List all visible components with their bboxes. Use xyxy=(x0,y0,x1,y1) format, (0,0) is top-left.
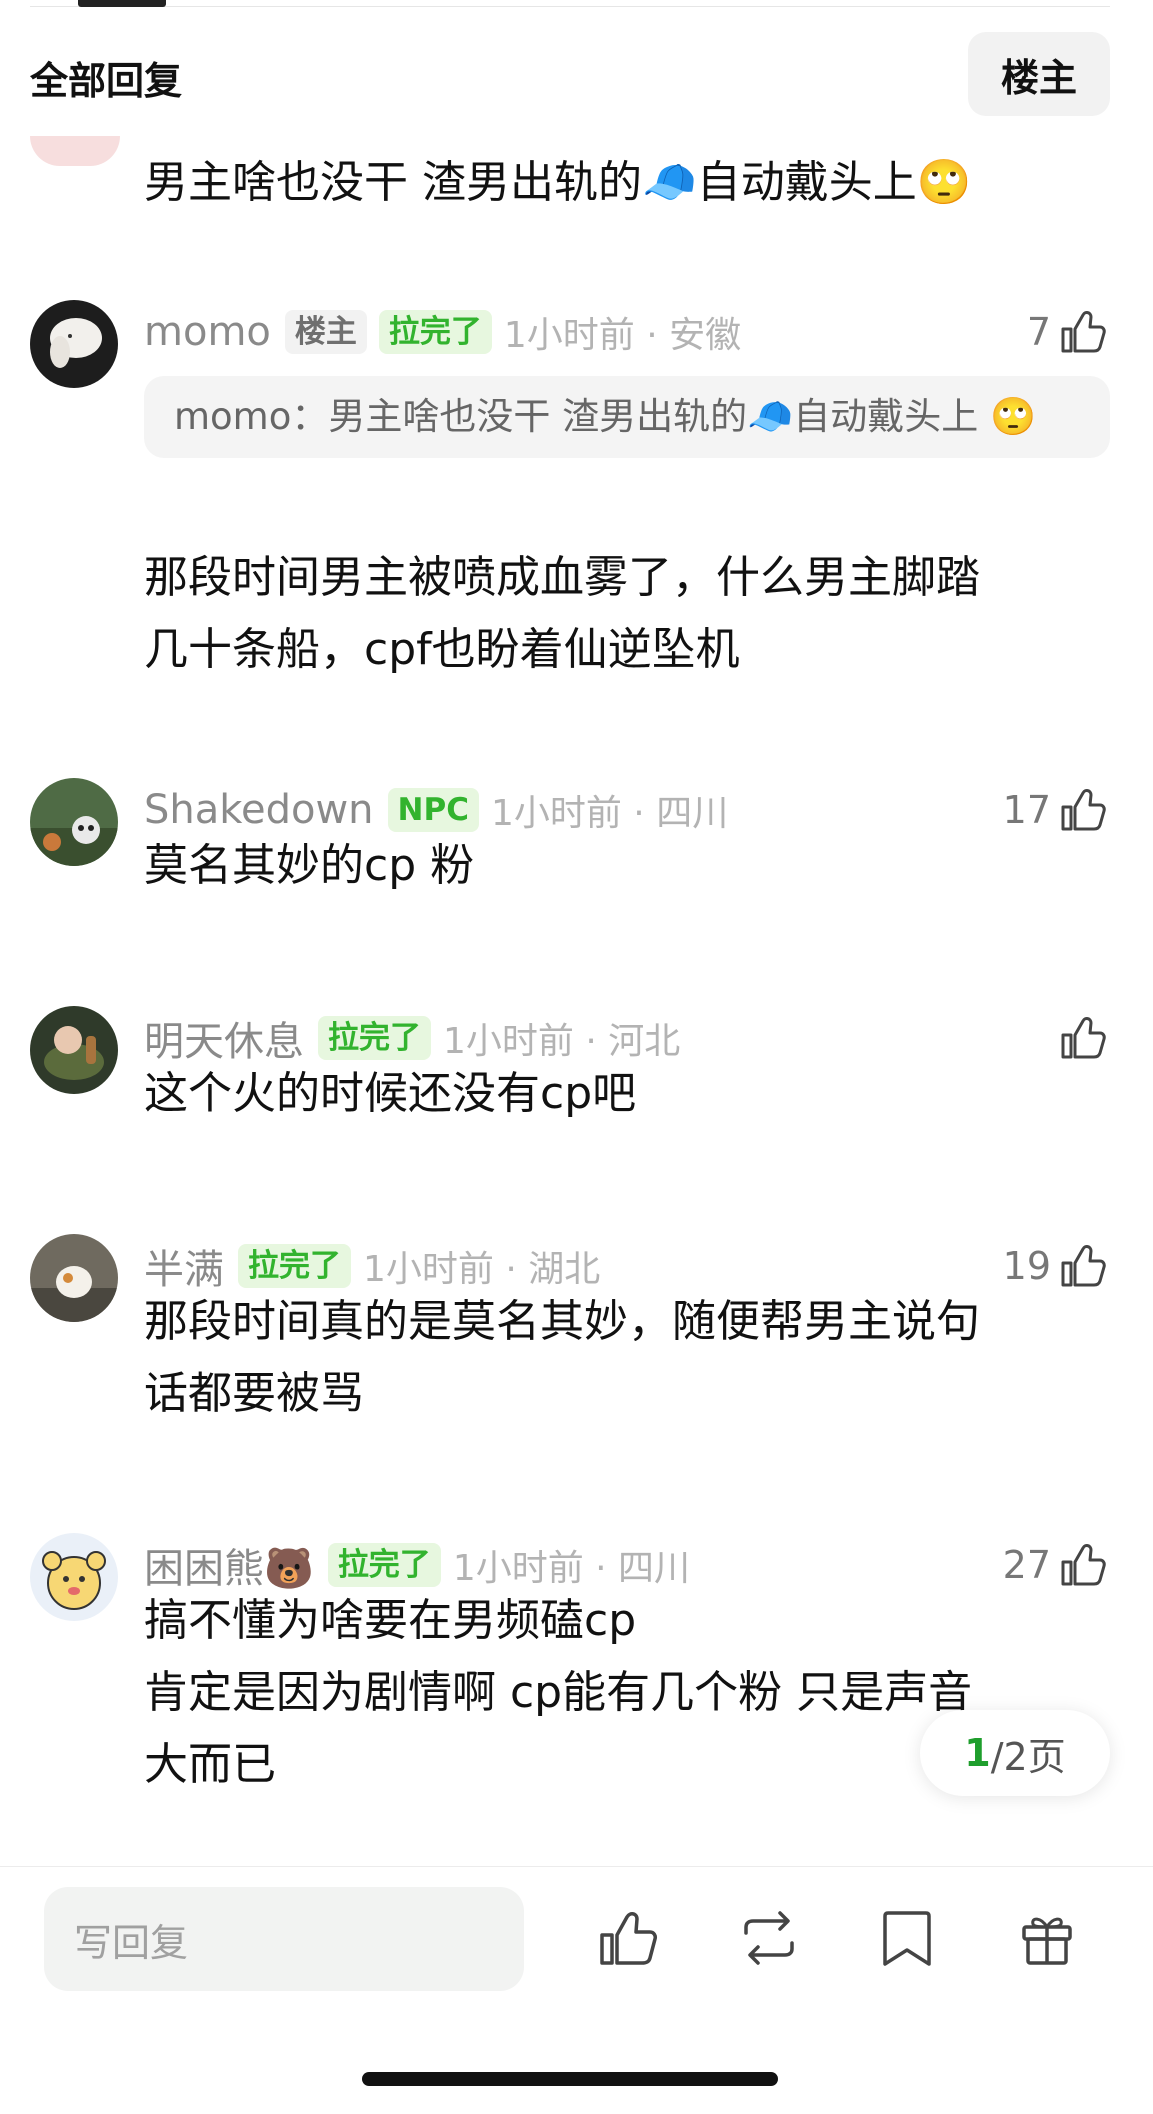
total-pages: /2页 xyxy=(990,1734,1066,1779)
avatar-image xyxy=(30,1533,118,1621)
quote-text: 男主啥也没干 渣男出轨的🧢自动戴头上 🙄 xyxy=(328,395,1037,438)
thumbs-up-icon xyxy=(1061,789,1106,831)
comment-meta: Shakedown NPC 1小时前 · 四川 xyxy=(144,784,728,836)
like-button[interactable] xyxy=(1051,1012,1109,1064)
header-title: 全部回复 xyxy=(30,59,183,103)
comment-meta: momo 楼主 拉完了 1小时前 · 安徽 xyxy=(144,306,741,358)
home-indicator xyxy=(362,2072,778,2086)
user-tag: 拉完了 xyxy=(378,310,492,354)
reply-input[interactable]: 写回复 xyxy=(44,1887,524,1991)
user-tag: 楼主 xyxy=(284,310,367,354)
comment-line: 那段时间真的是莫名其妙，随便帮男主说句 xyxy=(144,1296,980,1347)
like-count: 7 xyxy=(1026,310,1051,354)
user-tag: 拉完了 xyxy=(327,1543,441,1587)
comment-line: 这个火的时候还没有cp吧 xyxy=(144,1068,637,1119)
avatar[interactable] xyxy=(30,1533,118,1621)
like-button[interactable]: 17 xyxy=(1003,784,1109,836)
quoted-comment[interactable]: momo：男主啥也没干 渣男出轨的🧢自动戴头上 🙄 xyxy=(144,376,1110,458)
avatar[interactable] xyxy=(30,778,118,866)
gift-icon[interactable] xyxy=(1014,1905,1080,1971)
like-button[interactable]: 7 xyxy=(1027,306,1109,358)
thumbs-up-icon xyxy=(1061,1245,1106,1287)
page-indicator[interactable]: 1/2页 xyxy=(920,1710,1110,1796)
username[interactable]: momo xyxy=(144,309,271,355)
time-location: 1小时前 · 湖北 xyxy=(363,1249,601,1290)
thumbs-up-icon xyxy=(1061,311,1106,353)
top-divider xyxy=(30,6,1110,7)
replies-header: 全部回复 楼主 xyxy=(0,30,1153,118)
thumbs-up-icon[interactable] xyxy=(596,1905,662,1971)
user-tag: 拉完了 xyxy=(318,1016,431,1060)
comment-meta: 半满 拉完了 1小时前 · 湖北 xyxy=(144,1240,601,1293)
like-button[interactable]: 19 xyxy=(1003,1240,1109,1292)
thumbs-up-icon xyxy=(1061,1017,1106,1059)
like-button[interactable]: 27 xyxy=(1003,1539,1109,1591)
avatar[interactable] xyxy=(30,300,118,388)
comment-text: 莫名其妙的cp 粉 xyxy=(144,830,1084,902)
like-count: 19 xyxy=(1002,1244,1051,1288)
comment-text: 这个火的时候还没有cp吧 xyxy=(144,1058,1084,1130)
avatar-image xyxy=(30,1006,118,1094)
time-location: 1小时前 · 四川 xyxy=(490,793,729,834)
comment-text: 男主啥也没干 渣男出轨的🧢自动戴头上🙄 xyxy=(144,157,972,208)
user-tag: NPC xyxy=(387,788,479,832)
avatar[interactable] xyxy=(30,1234,118,1322)
comment-line: 几十条船，cpf也盼着仙逆坠机 xyxy=(144,624,740,675)
comment-line: 那段时间男主被喷成血雾了，什么男主脚踏 xyxy=(144,552,980,603)
like-count: 17 xyxy=(1002,788,1051,832)
current-page: 1 xyxy=(964,1731,991,1775)
comment-text: 那段时间真的是莫名其妙，随便帮男主说句 话都要被骂 xyxy=(144,1286,1084,1430)
like-count: 27 xyxy=(1002,1543,1051,1587)
avatar[interactable] xyxy=(30,136,120,166)
repost-icon[interactable] xyxy=(736,1905,802,1971)
user-tag: 拉完了 xyxy=(238,1244,351,1288)
bookmark-icon[interactable] xyxy=(874,1905,940,1971)
comment-line: 话都要被骂 xyxy=(144,1368,364,1419)
avatar-image xyxy=(30,1234,118,1322)
time-location: 1小时前 · 河北 xyxy=(443,1021,681,1062)
avatar[interactable] xyxy=(30,1006,118,1094)
comment-meta: 明天休息 拉完了 1小时前 · 河北 xyxy=(144,1012,681,1065)
avatar-image xyxy=(30,300,118,388)
time-location: 1小时前 · 安徽 xyxy=(503,315,742,356)
comment-meta: 困困熊🐻 拉完了 1小时前 · 四川 xyxy=(144,1539,691,1592)
comment-line: 莫名其妙的cp 粉 xyxy=(144,840,475,891)
time-location: 1小时前 · 四川 xyxy=(452,1548,691,1589)
username[interactable]: Shakedown xyxy=(144,787,374,833)
avatar-image xyxy=(30,778,118,866)
tab-indicator xyxy=(78,0,166,7)
comment-text: 那段时间男主被喷成血雾了，什么男主脚踏 几十条船，cpf也盼着仙逆坠机 xyxy=(144,542,1084,686)
comment-line: 搞不懂为啥要在男频磕cp xyxy=(144,1595,637,1646)
thumbs-up-icon xyxy=(1061,1544,1106,1586)
quote-author: momo： xyxy=(174,395,329,438)
op-only-button[interactable]: 楼主 xyxy=(968,32,1110,116)
